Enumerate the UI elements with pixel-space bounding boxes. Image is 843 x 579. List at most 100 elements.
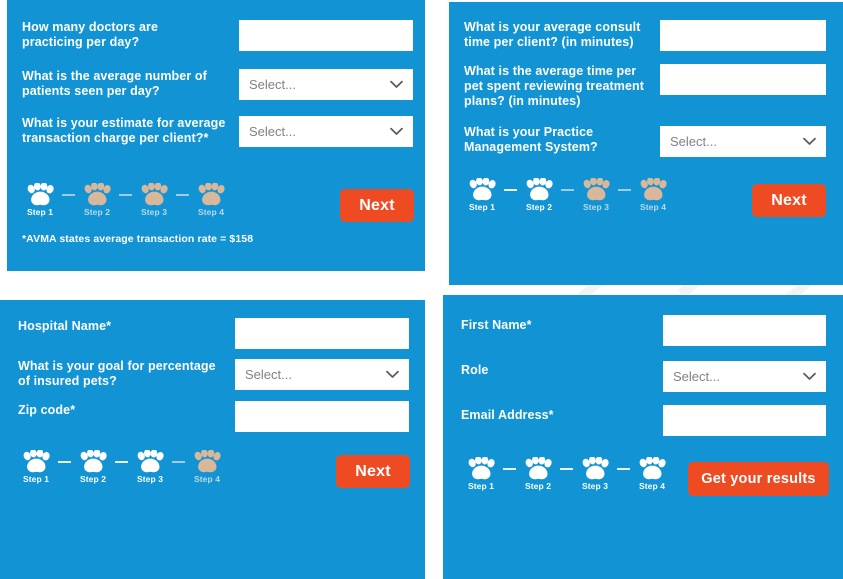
stepper-step-3-label: Step 3	[136, 474, 164, 484]
screenshot-stage: How many doctors are practicing per day?…	[0, 0, 843, 579]
chevron-down-icon	[803, 137, 816, 146]
input-first-name[interactable]	[663, 315, 826, 346]
stepper-step-4[interactable]: Step 4	[630, 457, 674, 491]
paw-print-icon	[141, 183, 168, 206]
paw-print-icon	[80, 450, 107, 473]
input-hospital-name[interactable]	[235, 318, 409, 349]
chevron-down-icon	[390, 80, 403, 89]
footnote-avma: *AVMA states average transaction rate = …	[22, 233, 254, 245]
stepper-step-2-label: Step 2	[524, 481, 552, 491]
select-value-insured-pets-goal: Select...	[245, 367, 292, 382]
paw-print-icon	[198, 183, 225, 206]
stepper-step-3: Step 1 Step 2 Step 3 Step 4	[14, 450, 229, 484]
select-transaction-charge[interactable]: Select...	[239, 116, 413, 147]
stepper-step-2-label: Step 2	[79, 474, 107, 484]
label-hospital-name: Hospital Name*	[18, 319, 112, 333]
stepper-step-3-label: Step 3	[581, 481, 609, 491]
stepper-step-1-label: Step 1	[468, 202, 496, 212]
input-email-address[interactable]	[663, 405, 826, 436]
stepper-connector	[617, 468, 630, 470]
paw-print-icon	[582, 457, 609, 480]
form-panel-step-2: What is your average consult time per cl…	[446, 2, 843, 285]
stepper-step-3[interactable]: Step 3	[132, 183, 176, 217]
paw-print-icon	[525, 457, 552, 480]
stepper-step-3[interactable]: Step 3	[574, 178, 618, 212]
label-email-address: Email Address*	[461, 408, 554, 422]
form-panel-step-4: First Name* Role Select... Email Address…	[443, 295, 843, 579]
label-treatment-plan-time: What is the average time per pet spent r…	[464, 64, 645, 108]
stepper-connector	[62, 194, 75, 196]
label-insured-pets-goal: What is your goal for percentage of insu…	[18, 359, 216, 388]
next-button[interactable]: Next	[340, 189, 414, 222]
label-zip-code: Zip code*	[18, 403, 76, 417]
stepper-step-2: Step 1 Step 2 Step 3 Step 4	[460, 178, 675, 212]
stepper-step-2[interactable]: Step 2	[71, 450, 115, 484]
stepper-connector	[119, 194, 132, 196]
label-transaction-charge: What is your estimate for average transa…	[22, 116, 226, 145]
stepper-connector	[618, 189, 631, 191]
get-your-results-button[interactable]: Get your results	[688, 462, 829, 496]
stepper-step-2-label: Step 2	[83, 207, 111, 217]
paw-print-icon	[469, 178, 496, 201]
label-consult-time: What is your average consult time per cl…	[464, 20, 641, 49]
stepper-connector	[176, 194, 189, 196]
chevron-down-icon	[386, 370, 399, 379]
panel-left-edge	[446, 2, 449, 285]
stepper-step-1[interactable]: Step 1	[14, 450, 58, 484]
panel-left-edge	[4, 0, 7, 271]
stepper-step-2-label: Step 2	[525, 202, 553, 212]
stepper-step-4-label: Step 4	[639, 202, 667, 212]
stepper-step-4: Step 1 Step 2 Step 3 Step 4	[459, 457, 674, 491]
stepper-step-4[interactable]: Step 4	[185, 450, 229, 484]
stepper-step-4-label: Step 4	[193, 474, 221, 484]
chevron-down-icon	[803, 372, 816, 381]
form-panel-step-3: Hospital Name* What is your goal for per…	[0, 300, 425, 579]
paw-print-icon	[137, 450, 164, 473]
select-value-transaction-charge: Select...	[249, 124, 296, 139]
label-first-name: First Name*	[461, 318, 532, 332]
stepper-step-2[interactable]: Step 2	[517, 178, 561, 212]
stepper-step-4[interactable]: Step 4	[189, 183, 233, 217]
stepper-step-3[interactable]: Step 3	[573, 457, 617, 491]
label-role: Role	[461, 363, 489, 377]
stepper-step-1-label: Step 1	[22, 474, 50, 484]
select-value-practice-management-system: Select...	[670, 134, 717, 149]
form-panel-step-1: How many doctors are practicing per day?…	[4, 0, 425, 271]
select-value-patients-per-day: Select...	[249, 77, 296, 92]
label-doctors-per-day: How many doctors are practicing per day?	[22, 20, 159, 49]
select-insured-pets-goal[interactable]: Select...	[235, 359, 409, 390]
stepper-connector	[561, 189, 574, 191]
stepper-connector	[560, 468, 573, 470]
stepper-step-1[interactable]: Step 1	[18, 183, 62, 217]
stepper-step-1[interactable]: Step 1	[460, 178, 504, 212]
stepper-step-4[interactable]: Step 4	[631, 178, 675, 212]
select-patients-per-day[interactable]: Select...	[239, 69, 413, 100]
input-zip-code[interactable]	[235, 401, 409, 432]
input-consult-time[interactable]	[660, 20, 826, 51]
label-patients-per-day: What is the average number of patients s…	[22, 69, 207, 98]
stepper-connector	[172, 461, 185, 463]
paw-print-icon	[640, 178, 667, 201]
stepper-connector	[115, 461, 128, 463]
stepper-step-3[interactable]: Step 3	[128, 450, 172, 484]
input-doctors-per-day[interactable]	[239, 20, 413, 51]
stepper-connector	[58, 461, 71, 463]
stepper-step-1[interactable]: Step 1	[459, 457, 503, 491]
stepper-step-3-label: Step 3	[140, 207, 168, 217]
stepper-step-1-label: Step 1	[467, 481, 495, 491]
paw-print-icon	[468, 457, 495, 480]
paw-print-icon	[23, 450, 50, 473]
select-practice-management-system[interactable]: Select...	[660, 126, 826, 157]
stepper-step-2[interactable]: Step 2	[516, 457, 560, 491]
paw-print-icon	[194, 450, 221, 473]
stepper-step-2[interactable]: Step 2	[75, 183, 119, 217]
stepper-connector	[504, 189, 517, 191]
paw-print-icon	[583, 178, 610, 201]
select-value-role: Select...	[673, 369, 720, 384]
paw-print-icon	[639, 457, 666, 480]
select-role[interactable]: Select...	[663, 361, 826, 392]
next-button[interactable]: Next	[336, 455, 410, 488]
next-button[interactable]: Next	[752, 184, 826, 217]
input-treatment-plan-time[interactable]	[660, 64, 826, 95]
paw-print-icon	[84, 183, 111, 206]
